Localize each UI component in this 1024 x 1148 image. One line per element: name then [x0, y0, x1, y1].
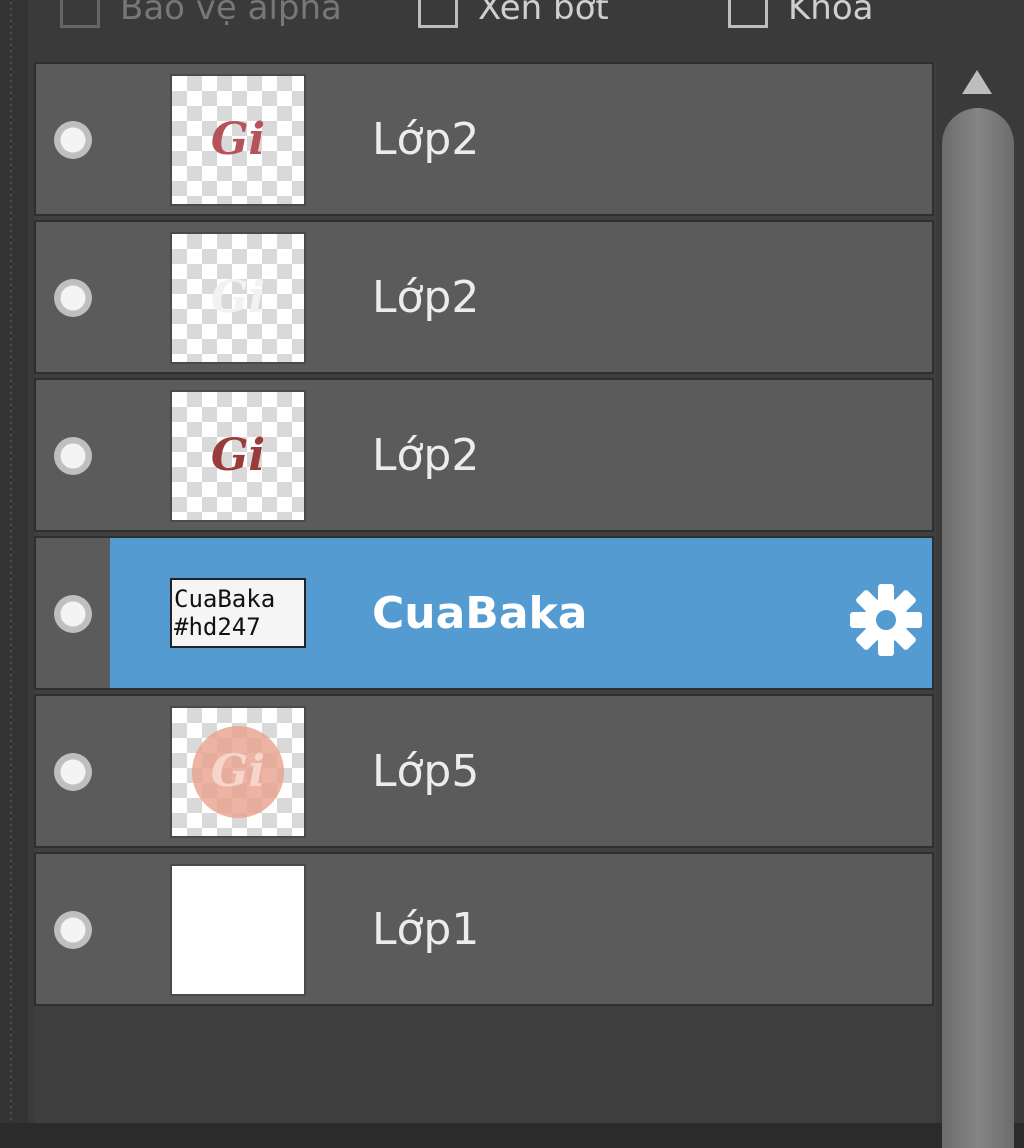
- vertical-scrollbar[interactable]: [936, 62, 1024, 1148]
- visibility-toggle-icon[interactable]: [54, 911, 92, 949]
- clip-label: Xén bớt: [478, 0, 609, 28]
- layer-thumbnail: Gi: [170, 390, 306, 522]
- visibility-toggle-icon[interactable]: [54, 279, 92, 317]
- layers-panel: Bảo vệ alpha Xén bớt Khóa Gi Lớp2 Gi Lớp…: [0, 0, 1024, 1148]
- layer-name: CuaBaka: [372, 588, 588, 639]
- protect-alpha-checkbox[interactable]: [60, 0, 100, 28]
- layer-row-selected[interactable]: CuaBaka #hd247 CuaBaka: [34, 536, 934, 690]
- layer-thumbnail: CuaBaka #hd247: [170, 578, 306, 648]
- protect-alpha-label: Bảo vệ alpha: [120, 0, 342, 28]
- layer-name: Lớp2: [372, 430, 480, 481]
- layer-row[interactable]: Lớp1: [34, 852, 934, 1006]
- layer-thumbnail: [170, 864, 306, 996]
- visibility-toggle-icon[interactable]: [54, 595, 92, 633]
- thumbnail-text-line: CuaBaka: [174, 585, 276, 613]
- layer-thumbnail: Gi: [170, 706, 306, 838]
- thumbnail-text-line: #hd247: [174, 613, 261, 641]
- layer-row[interactable]: Gi Lớp2: [34, 220, 934, 374]
- visibility-toggle-icon[interactable]: [54, 121, 92, 159]
- layer-thumbnail: Gi: [170, 232, 306, 364]
- lock-label: Khóa: [788, 0, 874, 28]
- layer-name: Lớp2: [372, 272, 480, 323]
- thumbnail-circle: Gi: [192, 726, 284, 818]
- layer-list: Gi Lớp2 Gi Lớp2 Gi Lớp2 CuaBaka #hd247 C…: [34, 62, 936, 1123]
- thumbnail-mark: Gi: [210, 430, 266, 481]
- gear-icon[interactable]: [848, 582, 924, 658]
- layer-name: Lớp5: [372, 746, 480, 797]
- layer-name: Lớp2: [372, 114, 480, 165]
- protect-alpha-option[interactable]: Bảo vệ alpha: [60, 0, 342, 28]
- clip-option[interactable]: Xén bớt: [418, 0, 609, 28]
- layer-name: Lớp1: [372, 904, 480, 955]
- thumbnail-mark: Gi: [210, 746, 266, 797]
- thumbnail-mark: Gi: [210, 114, 266, 165]
- panel-resize-edge[interactable]: [0, 0, 28, 1123]
- clip-checkbox[interactable]: [418, 0, 458, 28]
- scrollbar-thumb[interactable]: [942, 108, 1014, 1148]
- lock-checkbox[interactable]: [728, 0, 768, 28]
- scroll-up-arrow-icon[interactable]: [960, 68, 994, 96]
- visibility-toggle-icon[interactable]: [54, 753, 92, 791]
- layer-options-bar: Bảo vệ alpha Xén bớt Khóa: [28, 0, 1024, 62]
- layer-row[interactable]: Gi Lớp2: [34, 62, 934, 216]
- lock-option[interactable]: Khóa: [728, 0, 873, 28]
- layer-row[interactable]: Gi Lớp2: [34, 378, 934, 532]
- thumbnail-mark: Gi: [210, 272, 266, 323]
- layer-row[interactable]: Gi Lớp5: [34, 694, 934, 848]
- layer-thumbnail: Gi: [170, 74, 306, 206]
- visibility-toggle-icon[interactable]: [54, 437, 92, 475]
